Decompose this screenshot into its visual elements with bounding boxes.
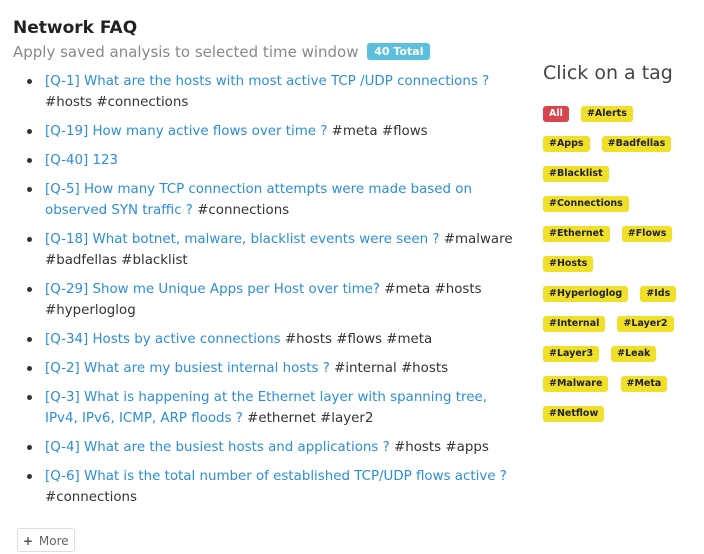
faq-item: [Q-3] What is happening at the Ethernet …: [27, 387, 515, 429]
faq-link[interactable]: [Q-4] What are the busiest hosts and app…: [45, 440, 390, 455]
tag-all[interactable]: All: [543, 106, 569, 122]
faq-item: [Q-4] What are the busiest hosts and app…: [27, 437, 515, 458]
more-button-label: More: [38, 534, 69, 548]
total-badge: 40 Total: [367, 43, 431, 60]
tag-meta[interactable]: #Meta: [620, 376, 668, 392]
faq-item: [Q-1] What are the hosts with most activ…: [27, 71, 515, 113]
faq-link[interactable]: [Q-2] What are my busiest internal hosts…: [45, 361, 330, 376]
faq-link[interactable]: [Q-34] Hosts by active connections: [45, 332, 281, 347]
faq-link[interactable]: [Q-18] What botnet, malware, blacklist e…: [45, 232, 440, 247]
faq-item: [Q-2] What are my busiest internal hosts…: [27, 358, 515, 379]
tag-panel-title: Click on a tag: [543, 62, 673, 84]
tag-internal[interactable]: #Internal: [543, 316, 606, 332]
faq-tags: #hosts #connections: [45, 95, 189, 110]
faq-item: [Q-29] Show me Unique Apps per Host over…: [27, 279, 515, 321]
subtitle-text: Apply saved analysis to selected time wi…: [13, 43, 359, 61]
faq-item: [Q-5] How many TCP connection attempts w…: [27, 179, 515, 221]
faq-link[interactable]: [Q-6] What is the total number of establ…: [45, 469, 507, 484]
page-title: Network FAQ: [13, 18, 138, 38]
tag-connections[interactable]: #Connections: [543, 196, 629, 212]
tag-cloud: All #Alerts #Apps #Badfellas #Blacklist …: [543, 101, 693, 431]
faq-link[interactable]: [Q-1] What are the hosts with most activ…: [45, 74, 489, 89]
faq-item: [Q-6] What is the total number of establ…: [27, 466, 515, 508]
faq-link[interactable]: [Q-40] 123: [45, 153, 118, 168]
tag-layer3[interactable]: #Layer3: [543, 346, 600, 362]
tag-hosts[interactable]: #Hosts: [543, 256, 594, 272]
faq-tags: #ethernet #layer2: [247, 411, 374, 426]
faq-item: [Q-40] 123: [27, 150, 515, 171]
faq-tags: #hosts #flows #meta: [284, 332, 433, 347]
tag-malware[interactable]: #Malware: [543, 376, 609, 392]
tag-alerts[interactable]: #Alerts: [580, 106, 633, 122]
tag-netflow[interactable]: #Netflow: [543, 406, 605, 422]
tag-ids[interactable]: #Ids: [640, 286, 677, 302]
plus-icon: +: [23, 534, 34, 548]
faq-tags: #meta #flows: [331, 124, 428, 139]
page-subtitle: Apply saved analysis to selected time wi…: [13, 43, 431, 61]
tag-ethernet[interactable]: #Ethernet: [543, 226, 610, 242]
more-button[interactable]: + More: [17, 528, 75, 552]
tag-blacklist[interactable]: #Blacklist: [543, 166, 609, 182]
faq-item: [Q-34] Hosts by active connections #host…: [27, 329, 515, 350]
tag-apps[interactable]: #Apps: [543, 136, 590, 152]
faq-list: [Q-1] What are the hosts with most activ…: [27, 71, 515, 516]
faq-item: [Q-19] How many active flows over time ?…: [27, 121, 515, 142]
tag-layer2[interactable]: #Layer2: [617, 316, 674, 332]
faq-item: [Q-18] What botnet, malware, blacklist e…: [27, 229, 515, 271]
faq-tags: #connections: [45, 490, 137, 505]
faq-tags: #hosts #apps: [394, 440, 489, 455]
tag-leak[interactable]: #Leak: [611, 346, 657, 362]
faq-link[interactable]: [Q-29] Show me Unique Apps per Host over…: [45, 282, 380, 297]
tag-flows[interactable]: #Flows: [621, 226, 673, 242]
tag-badfellas[interactable]: #Badfellas: [601, 136, 672, 152]
tag-hyperloglog[interactable]: #Hyperloglog: [543, 286, 629, 302]
faq-tags: #connections: [197, 203, 290, 218]
faq-link[interactable]: [Q-19] How many active flows over time ?: [45, 124, 327, 139]
faq-tags: #internal #hosts: [334, 361, 449, 376]
